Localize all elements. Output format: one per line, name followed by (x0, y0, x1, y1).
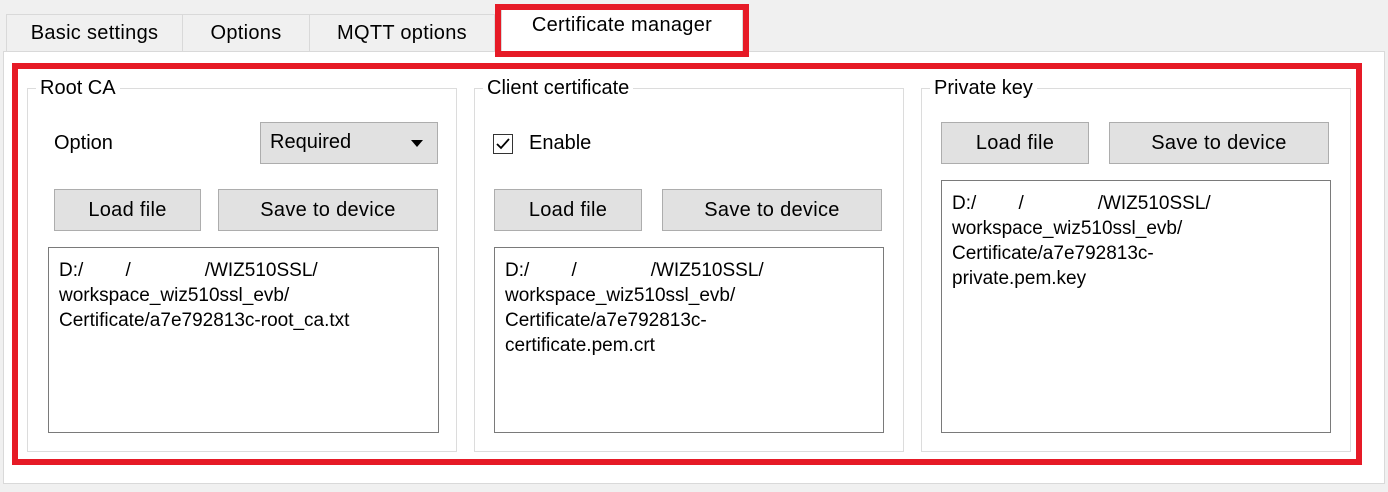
client-certificate-group: Client certificate Enable Load file Save… (474, 76, 904, 452)
tab-basic-settings[interactable]: Basic settings (6, 14, 183, 52)
root-ca-save-to-device-label: Save to device (260, 198, 396, 221)
private-key-path-textbox[interactable]: D:/ / /WIZ510SSL/ workspace_wiz510ssl_ev… (941, 180, 1331, 433)
root-ca-group: Root CA Option Required Load file Save t… (27, 76, 457, 452)
private-key-save-to-device-button[interactable]: Save to device (1109, 122, 1329, 164)
chevron-down-icon (411, 140, 423, 147)
client-certificate-enable-checkbox[interactable] (493, 134, 513, 154)
client-certificate-title: Client certificate (483, 76, 634, 100)
client-certificate-enable-label[interactable]: Enable (529, 132, 591, 155)
tab-mqtt-options[interactable]: MQTT options (309, 14, 495, 52)
tab-certificate-manager[interactable]: Certificate manager (501, 5, 743, 52)
client-certificate-load-file-button[interactable]: Load file (494, 189, 642, 231)
client-certificate-save-to-device-button[interactable]: Save to device (662, 189, 882, 231)
private-key-title: Private key (930, 76, 1037, 100)
checkmark-icon (496, 138, 510, 150)
root-ca-option-dropdown[interactable]: Required (260, 122, 438, 164)
private-key-save-to-device-label: Save to device (1151, 131, 1287, 154)
private-key-load-file-label: Load file (975, 131, 1055, 154)
root-ca-load-file-button[interactable]: Load file (54, 189, 201, 231)
root-ca-save-to-device-button[interactable]: Save to device (218, 189, 438, 231)
private-key-load-file-button[interactable]: Load file (941, 122, 1089, 164)
client-certificate-save-to-device-label: Save to device (704, 198, 840, 221)
client-certificate-load-file-label: Load file (528, 198, 608, 221)
root-ca-path-textbox[interactable]: D:/ / /WIZ510SSL/ workspace_wiz510ssl_ev… (48, 247, 439, 433)
root-ca-title: Root CA (36, 76, 120, 100)
tab-options-label: Options (210, 22, 282, 44)
root-ca-option-label: Option (54, 132, 113, 154)
tab-mqtt-options-label: MQTT options (337, 22, 467, 44)
root-ca-load-file-label: Load file (88, 198, 167, 221)
tab-certificate-manager-label: Certificate manager (531, 13, 713, 36)
client-certificate-path-textbox[interactable]: D:/ / /WIZ510SSL/ workspace_wiz510ssl_ev… (494, 247, 884, 433)
tab-bar: Basic settings Options MQTT options Cert… (0, 0, 1388, 52)
private-key-group: Private key Load file Save to device D:/… (921, 76, 1351, 452)
tab-options[interactable]: Options (182, 14, 310, 52)
tab-basic-settings-label: Basic settings (30, 22, 159, 44)
root-ca-option-value: Required (270, 131, 352, 153)
